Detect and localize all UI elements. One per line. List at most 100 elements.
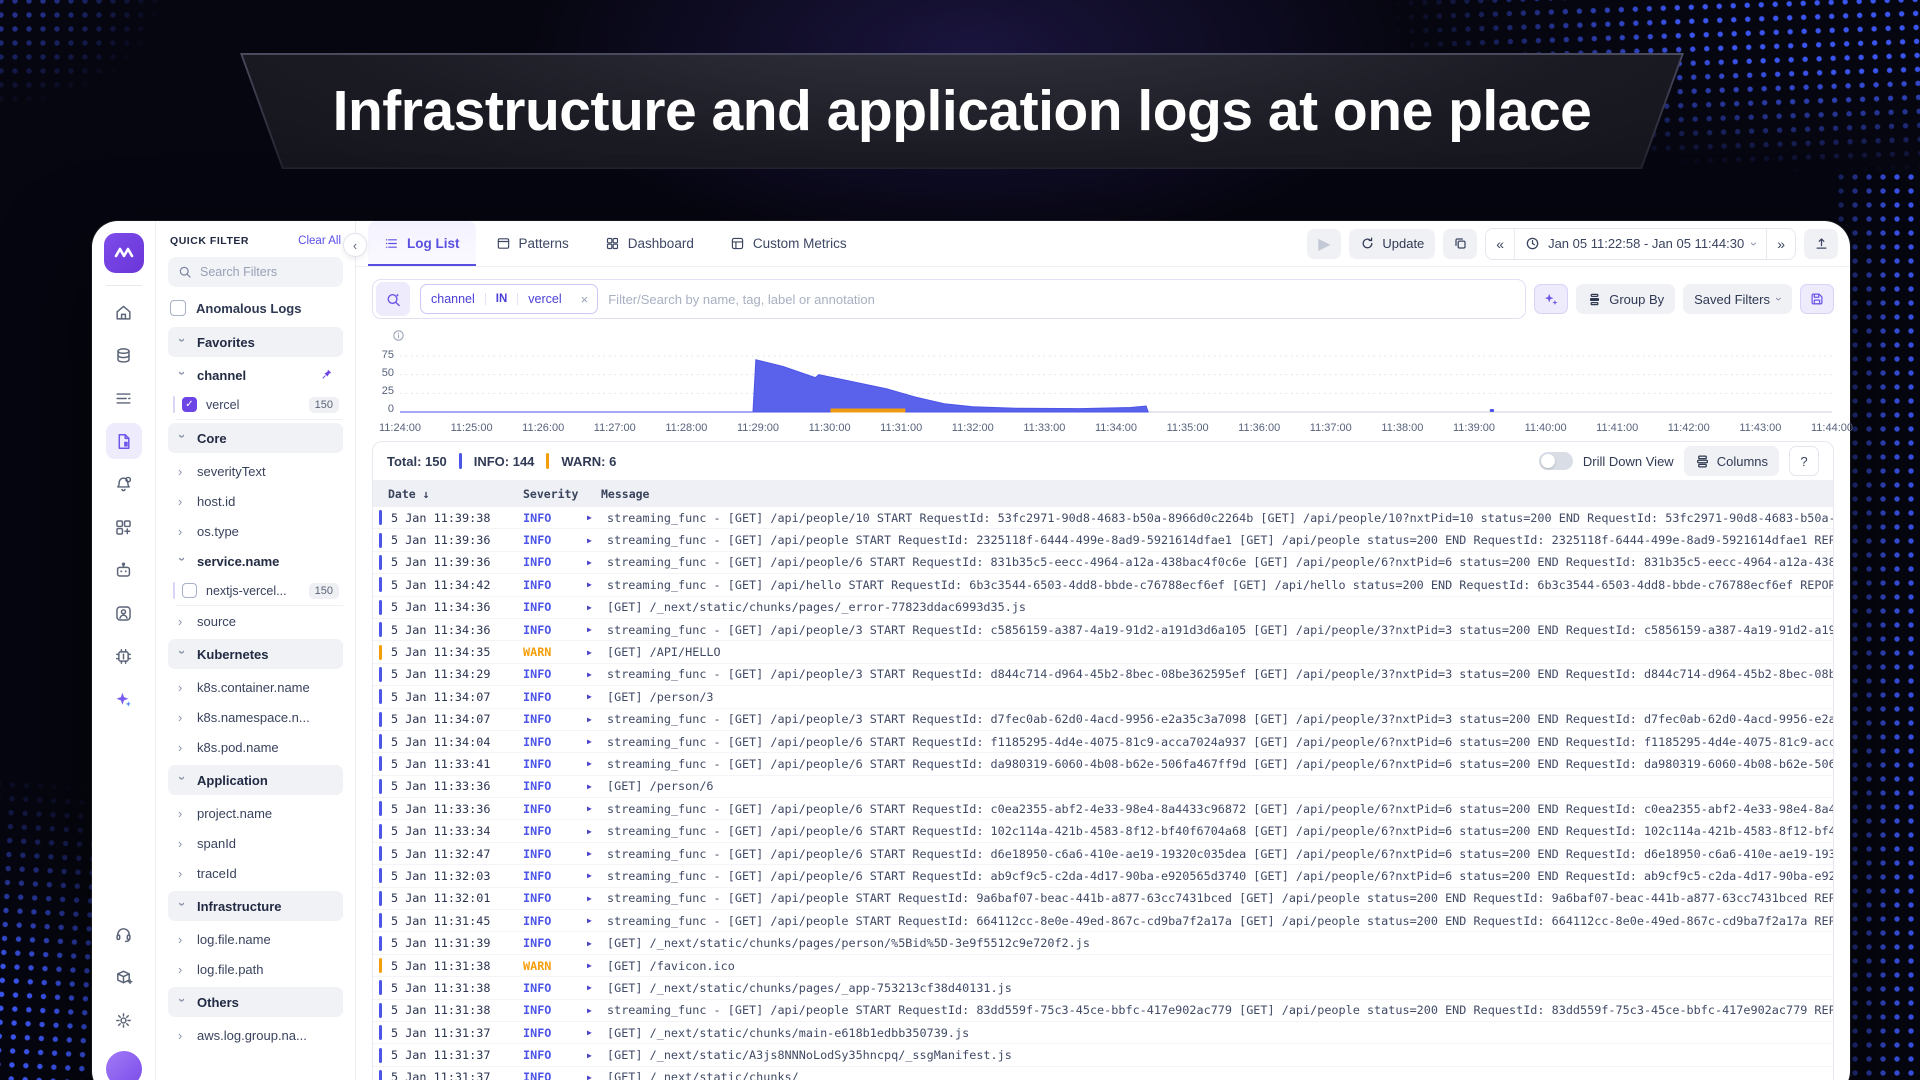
- table-row[interactable]: 5 Jan 11:31:37INFO▶[GET] /_next/static/c…: [373, 1067, 1833, 1080]
- expand-arrow-icon[interactable]: ▶: [587, 737, 607, 746]
- info-icon[interactable]: [392, 329, 1832, 347]
- chart-plot-area[interactable]: [400, 349, 1832, 415]
- logs-document-icon[interactable]: [106, 423, 142, 459]
- usage-chip-icon[interactable]: [106, 638, 142, 674]
- tab-dashboard[interactable]: Dashboard: [589, 221, 710, 266]
- expand-arrow-icon[interactable]: ▶: [587, 983, 607, 992]
- expand-arrow-icon[interactable]: ▶: [587, 625, 607, 634]
- live-play-button[interactable]: ▶: [1307, 229, 1341, 259]
- table-row[interactable]: 5 Jan 11:34:07INFO▶streaming_func - [GET…: [373, 709, 1833, 731]
- filter-chip-channel-in-vercel[interactable]: channel IN vercel ×: [420, 284, 598, 314]
- cloud-database-icon[interactable]: [106, 337, 142, 373]
- expand-arrow-icon[interactable]: ▶: [587, 961, 607, 970]
- table-row[interactable]: 5 Jan 11:31:38WARN▶[GET] /favicon.ico: [373, 955, 1833, 977]
- expand-arrow-icon[interactable]: ▶: [587, 513, 607, 522]
- table-row[interactable]: 5 Jan 11:33:36INFO▶[GET] /person/6: [373, 776, 1833, 798]
- drill-down-toggle[interactable]: [1539, 452, 1573, 470]
- checkbox-unchecked[interactable]: [182, 583, 197, 598]
- clear-all-link[interactable]: Clear All: [298, 235, 341, 247]
- filter-value-nextjs-vercel-[interactable]: nextjs-vercel...150: [176, 576, 343, 606]
- table-row[interactable]: 5 Jan 11:39:36INFO▶streaming_func - [GET…: [373, 552, 1833, 574]
- filter-section-favorites[interactable]: ›Favorites: [168, 327, 343, 357]
- expand-arrow-icon[interactable]: ▶: [587, 715, 607, 724]
- table-row[interactable]: 5 Jan 11:34:36INFO▶[GET] /_next/static/c…: [373, 597, 1833, 619]
- table-row[interactable]: 5 Jan 11:32:47INFO▶streaming_func - [GET…: [373, 843, 1833, 865]
- table-row[interactable]: 5 Jan 11:34:29INFO▶streaming_func - [GET…: [373, 664, 1833, 686]
- table-row[interactable]: 5 Jan 11:32:03INFO▶streaming_func - [GET…: [373, 865, 1833, 887]
- table-row[interactable]: 5 Jan 11:39:36INFO▶streaming_func - [GET…: [373, 529, 1833, 551]
- export-button[interactable]: [1804, 229, 1838, 259]
- table-row[interactable]: 5 Jan 11:31:38INFO▶[GET] /_next/static/c…: [373, 977, 1833, 999]
- expand-arrow-icon[interactable]: ▶: [587, 916, 607, 925]
- filter-item-spanid[interactable]: ›spanId: [168, 828, 343, 858]
- filter-value-vercel[interactable]: ✓vercel150: [176, 390, 343, 420]
- query-builder-box[interactable]: channel IN vercel × Filter/Search by nam…: [372, 279, 1526, 319]
- table-row[interactable]: 5 Jan 11:31:38INFO▶streaming_func - [GET…: [373, 1000, 1833, 1022]
- collapse-panel-button[interactable]: ‹: [343, 233, 367, 257]
- copy-button[interactable]: [1443, 229, 1477, 259]
- filter-item-log-file-name[interactable]: ›log.file.name: [168, 924, 343, 954]
- filter-item-log-file-path[interactable]: ›log.file.path: [168, 954, 343, 984]
- checkbox-checked[interactable]: ✓: [182, 397, 197, 412]
- expand-arrow-icon[interactable]: ▶: [587, 1051, 607, 1060]
- update-button[interactable]: Update: [1349, 229, 1435, 259]
- saved-filters-dropdown[interactable]: Saved Filters ›: [1683, 284, 1792, 314]
- expand-arrow-icon[interactable]: ▶: [587, 804, 607, 813]
- table-row[interactable]: 5 Jan 11:31:37INFO▶[GET] /_next/static/c…: [373, 1022, 1833, 1044]
- filter-section-others[interactable]: ›Others: [168, 987, 343, 1017]
- table-row[interactable]: 5 Jan 11:33:41INFO▶streaming_func - [GET…: [373, 753, 1833, 775]
- expand-arrow-icon[interactable]: ▶: [587, 894, 607, 903]
- tab-log-list[interactable]: Log List: [368, 221, 476, 266]
- table-row[interactable]: 5 Jan 11:34:36INFO▶streaming_func - [GET…: [373, 619, 1833, 641]
- dashboard-add-icon[interactable]: [106, 509, 142, 545]
- expand-arrow-icon[interactable]: ▶: [587, 939, 607, 948]
- home-icon[interactable]: [106, 294, 142, 330]
- filter-item-k8s-pod-name[interactable]: ›k8s.pod.name: [168, 732, 343, 762]
- expand-arrow-icon[interactable]: ▶: [587, 603, 607, 612]
- expand-arrow-icon[interactable]: ▶: [587, 536, 607, 545]
- expand-arrow-icon[interactable]: ▶: [587, 1073, 607, 1080]
- table-row[interactable]: 5 Jan 11:34:04INFO▶streaming_func - [GET…: [373, 731, 1833, 753]
- filter-item-channel[interactable]: ›channel: [168, 360, 343, 390]
- help-button[interactable]: ?: [1789, 446, 1819, 476]
- column-severity[interactable]: Severity: [523, 487, 601, 501]
- table-row[interactable]: 5 Jan 11:39:38INFO▶streaming_func - [GET…: [373, 507, 1833, 529]
- filter-item-project-name[interactable]: ›project.name: [168, 798, 343, 828]
- filter-section-core[interactable]: ›Core: [168, 423, 343, 453]
- expand-arrow-icon[interactable]: ▶: [587, 759, 607, 768]
- query-search-icon[interactable]: [376, 282, 410, 316]
- filter-item-host-id[interactable]: ›host.id: [168, 486, 343, 516]
- alert-bell-icon[interactable]: [106, 466, 142, 502]
- support-headset-icon[interactable]: [106, 916, 142, 952]
- expand-arrow-icon[interactable]: ▶: [587, 558, 607, 567]
- tab-custom-metrics[interactable]: Custom Metrics: [714, 221, 863, 266]
- filter-item-os-type[interactable]: ›os.type: [168, 516, 343, 546]
- save-view-button[interactable]: [1800, 284, 1834, 314]
- expand-arrow-icon[interactable]: ▶: [587, 782, 607, 791]
- expand-arrow-icon[interactable]: ▶: [587, 1028, 607, 1037]
- table-row[interactable]: 5 Jan 11:34:07INFO▶[GET] /person/3: [373, 686, 1833, 708]
- column-date[interactable]: Date ↓: [373, 487, 523, 501]
- expand-arrow-icon[interactable]: ▶: [587, 1006, 607, 1015]
- ai-sparkles-button[interactable]: [1534, 284, 1568, 314]
- expand-arrow-icon[interactable]: ▶: [587, 580, 607, 589]
- expand-arrow-icon[interactable]: ▶: [587, 871, 607, 880]
- table-row[interactable]: 5 Jan 11:31:45INFO▶streaming_func - [GET…: [373, 910, 1833, 932]
- filter-section-application[interactable]: ›Application: [168, 765, 343, 795]
- columns-button[interactable]: Columns: [1684, 446, 1779, 476]
- anomalous-logs-row[interactable]: Anomalous Logs: [170, 300, 341, 316]
- table-row[interactable]: 5 Jan 11:34:42INFO▶streaming_func - [GET…: [373, 574, 1833, 596]
- filter-search-input[interactable]: Search Filters: [168, 257, 343, 287]
- expand-arrow-icon[interactable]: ▶: [587, 849, 607, 858]
- filter-item-aws-log-group-na-[interactable]: ›aws.log.group.na...: [168, 1020, 343, 1050]
- expand-arrow-icon[interactable]: ▶: [587, 648, 607, 657]
- time-back-button[interactable]: «: [1486, 229, 1514, 259]
- expand-arrow-icon[interactable]: ▶: [587, 670, 607, 679]
- filter-item-k8s-namespace-n-[interactable]: ›k8s.namespace.n...: [168, 702, 343, 732]
- user-session-icon[interactable]: [106, 595, 142, 631]
- column-message[interactable]: Message: [601, 487, 1833, 501]
- list-lines-icon[interactable]: [106, 380, 142, 416]
- anomalous-checkbox[interactable]: [170, 300, 186, 316]
- settings-gear-icon[interactable]: [106, 1002, 142, 1038]
- table-row[interactable]: 5 Jan 11:33:36INFO▶streaming_func - [GET…: [373, 798, 1833, 820]
